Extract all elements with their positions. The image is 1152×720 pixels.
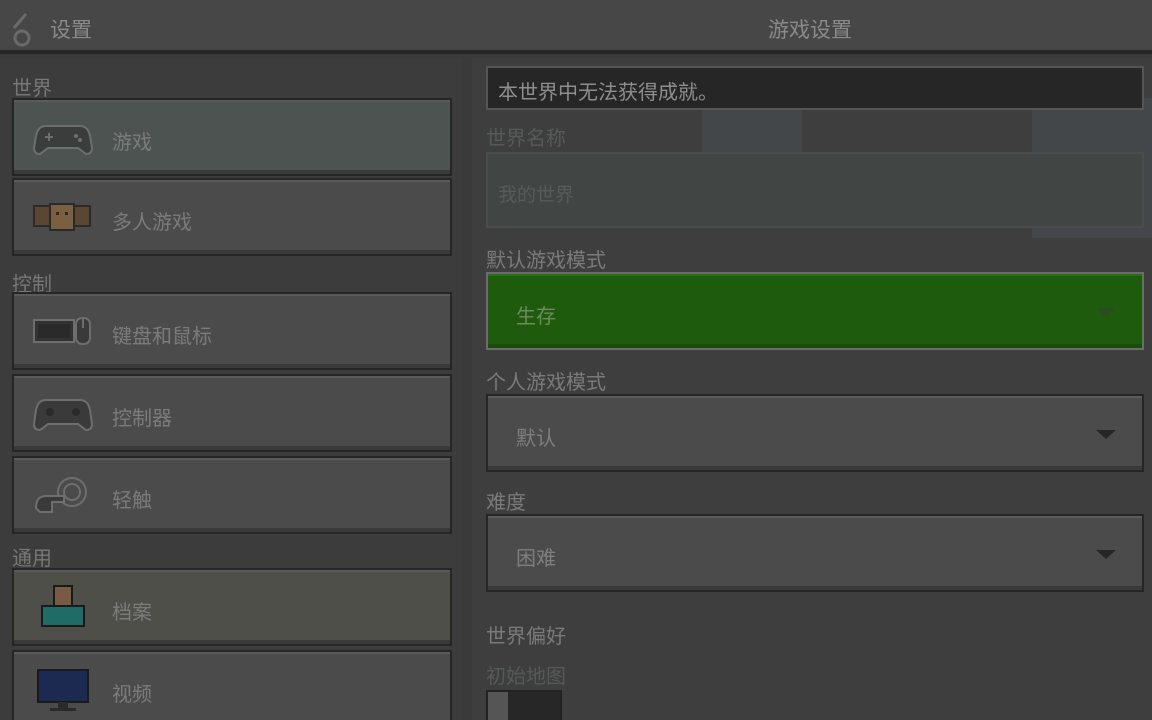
personal-game-mode-dropdown[interactable]: 默认	[486, 394, 1144, 472]
chevron-down-icon	[1096, 308, 1116, 317]
sidebar-item-keyboard-mouse[interactable]: 键盘和鼠标	[12, 292, 452, 370]
section-label-world: 世界	[12, 76, 52, 100]
touch-icon	[34, 477, 87, 513]
difficulty-label: 难度	[486, 490, 526, 514]
sidebar-item-video[interactable]: 视频	[12, 650, 452, 720]
starter-map-toggle[interactable]	[486, 690, 562, 720]
header-bar: 设置 游戏设置	[0, 0, 1152, 54]
starter-map-label: 初始地图	[486, 664, 566, 688]
sidebar-item-label: 键盘和鼠标	[112, 324, 212, 348]
world-name-label: 世界名称	[486, 126, 566, 150]
personal-game-mode-value: 默认	[516, 426, 556, 450]
sidebar-item-touch[interactable]: 轻触	[12, 456, 452, 534]
world-name-input[interactable]: 我的世界	[486, 152, 1144, 228]
default-game-mode-value: 生存	[516, 304, 556, 328]
default-game-mode-dropdown[interactable]: 生存	[486, 272, 1144, 350]
keyboard-mouse-icon	[33, 317, 91, 345]
toggle-knob	[488, 692, 508, 720]
sidebar-item-controller[interactable]: 控制器	[12, 374, 452, 452]
sidebar-item-label: 视频	[112, 682, 152, 706]
page-title: 游戏设置	[768, 18, 852, 42]
sidebar-item-label: 档案	[112, 600, 152, 624]
sidebar: 世界 游戏 多人游戏 控制 键盘和鼠标 控制器 轻触 通用 档案 视频	[0, 58, 462, 720]
section-label-general: 通用	[12, 546, 52, 570]
sidebar-item-label: 多人游戏	[112, 210, 192, 234]
game-settings-panel: 本世界中无法获得成就。 世界名称 我的世界 默认游戏模式 生存 个人游戏模式 默…	[472, 58, 1152, 720]
chevron-down-icon	[1096, 550, 1116, 559]
difficulty-value: 困难	[516, 546, 556, 570]
world-preferences-label: 世界偏好	[486, 624, 566, 648]
personal-game-mode-label: 个人游戏模式	[486, 370, 606, 394]
settings-screen: 设置 游戏设置 世界 游戏 多人游戏 控制 键盘和鼠标 控制器 轻触 通用 档案…	[0, 0, 1152, 720]
sidebar-item-game[interactable]: 游戏	[12, 98, 452, 176]
gamepad-icon	[32, 125, 94, 156]
controller-icon	[32, 399, 94, 432]
difficulty-dropdown[interactable]: 困难	[486, 514, 1144, 592]
achievement-warning-banner: 本世界中无法获得成就。	[486, 66, 1144, 110]
sidebar-item-multiplayer[interactable]: 多人游戏	[12, 178, 452, 256]
profile-icon	[41, 585, 85, 627]
sidebar-item-label: 控制器	[112, 406, 172, 430]
multiplayer-icon	[33, 203, 91, 231]
default-game-mode-label: 默认游戏模式	[486, 248, 606, 272]
monitor-icon	[37, 669, 89, 711]
sidebar-item-label: 游戏	[112, 130, 152, 154]
sidebar-item-profile[interactable]: 档案	[12, 568, 452, 646]
sidebar-item-label: 轻触	[112, 488, 152, 512]
chevron-down-icon	[1096, 430, 1116, 439]
